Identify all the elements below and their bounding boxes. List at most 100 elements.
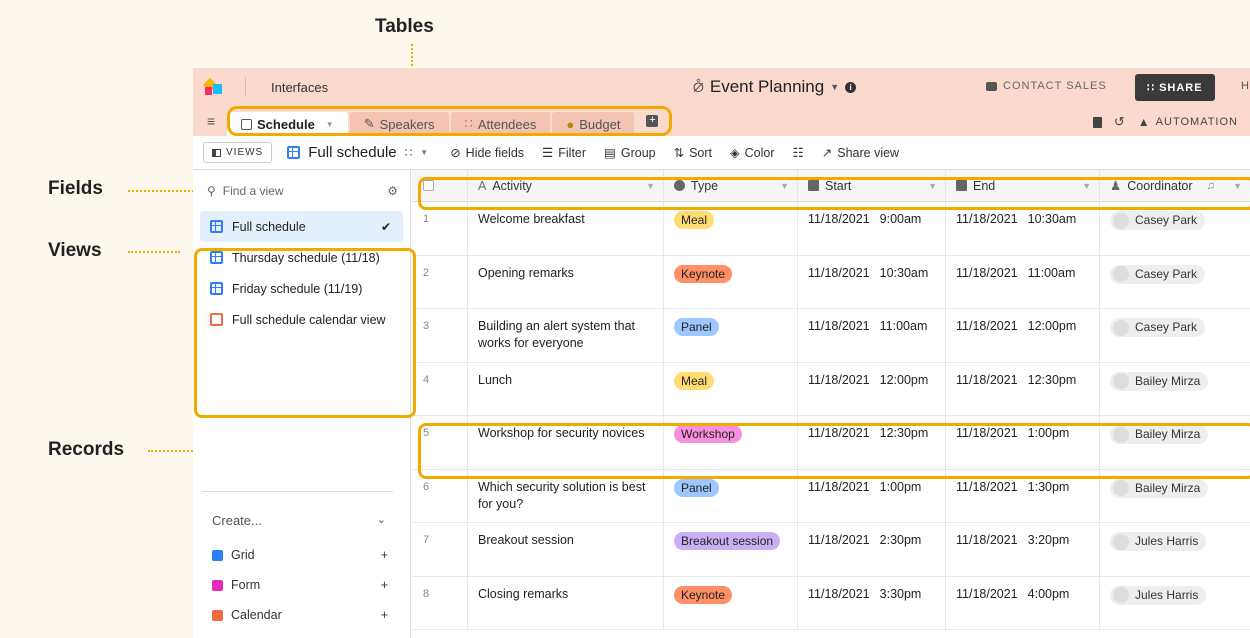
history-icon[interactable]: ↺ <box>1114 114 1126 130</box>
add-table-icon[interactable]: + <box>646 115 659 127</box>
start-cell[interactable]: 11/18/2021 11:00am <box>798 309 946 362</box>
chevron-down-icon[interactable]: ▼ <box>928 181 937 191</box>
end-cell[interactable]: 11/18/2021 1:00pm <box>946 416 1100 469</box>
hide-fields-button[interactable]: ⊘ Hide fields <box>450 145 524 161</box>
activity-cell[interactable]: Building an alert system that works for … <box>468 309 664 362</box>
activity-cell[interactable]: Workshop for security novices <box>468 416 664 469</box>
group-button[interactable]: ▤ Group <box>604 145 656 161</box>
table-row[interactable]: 6 Which security solution is best for you… <box>412 469 1250 523</box>
chevron-down-icon[interactable]: ▼ <box>1233 181 1242 191</box>
end-cell[interactable]: 11/18/2021 4:00pm <box>946 576 1100 629</box>
table-row[interactable]: 4 Lunch Meal 11/18/2021 12:00pm 11/18/2021 12:… <box>412 362 1250 416</box>
airtable-logo-icon[interactable] <box>202 76 225 98</box>
table-row[interactable]: 5 Workshop for security novices Workshop 11… <box>412 416 1250 470</box>
tab-speakers[interactable]: ✎ Speakers <box>349 112 449 136</box>
find-view-search[interactable]: ⚲ Find a view ⚙ <box>207 184 398 198</box>
coordinator-cell[interactable]: Bailey Mirza <box>1100 363 1250 416</box>
type-cell[interactable]: Panel <box>664 469 798 522</box>
start-cell[interactable]: 11/18/2021 2:30pm <box>798 523 946 576</box>
interfaces-link[interactable]: Interfaces <box>271 80 328 95</box>
create-view-toggle[interactable]: Create... ⌄ <box>212 513 386 528</box>
activity-cell[interactable]: Opening remarks <box>468 255 664 308</box>
views-toggle-button[interactable]: VIEWS <box>203 142 273 163</box>
start-cell[interactable]: 11/18/2021 10:30am <box>798 255 946 308</box>
chevron-down-icon[interactable]: ▼ <box>646 181 655 191</box>
tab-budget[interactable]: ● Budget <box>552 112 635 136</box>
help-button[interactable]: H <box>1241 80 1249 92</box>
automations-button[interactable]: ▲ AUTOMATION <box>1138 115 1238 129</box>
plus-icon[interactable]: + <box>381 548 388 562</box>
sidebar-view-friday[interactable]: Friday schedule (11/19) <box>200 273 403 304</box>
sidebar-view-calendar[interactable]: Full schedule calendar view <box>200 304 403 335</box>
activity-cell[interactable]: Closing remarks <box>468 576 664 629</box>
hamburger-menu-icon[interactable]: ≡ <box>207 113 227 129</box>
table-row[interactable]: 7 Breakout session Breakout session 11/18/2… <box>412 523 1250 577</box>
coordinator-cell[interactable]: Casey Park <box>1100 256 1250 309</box>
field-header-start[interactable]: Start ▼ <box>798 170 946 201</box>
activity-cell[interactable]: Which security solution is best for you? <box>468 469 664 522</box>
activity-cell[interactable]: Welcome breakfast <box>468 202 664 255</box>
type-cell[interactable]: Meal <box>664 362 798 415</box>
plus-icon[interactable]: + <box>381 608 388 622</box>
field-header-activity[interactable]: A Activity ▼ <box>468 170 664 201</box>
row-height-button[interactable]: ☷ <box>793 145 804 160</box>
start-cell[interactable]: 11/18/2021 3:30pm <box>798 576 946 629</box>
end-cell[interactable]: 11/18/2021 12:00pm <box>946 309 1100 362</box>
share-button[interactable]: ∷ SHARE <box>1135 74 1215 101</box>
coordinator-cell[interactable]: Casey Park <box>1100 202 1250 255</box>
end-cell[interactable]: 11/18/2021 11:00am <box>946 255 1100 308</box>
field-header-type[interactable]: Type ▼ <box>664 170 798 201</box>
color-button[interactable]: ◈ Color <box>730 145 775 161</box>
info-icon[interactable]: i <box>845 81 857 93</box>
sort-button[interactable]: ⇅ Sort <box>674 145 712 161</box>
field-header-coordinator[interactable]: ♟ Coordinator ♫ ▼ <box>1100 170 1250 201</box>
chevron-down-icon[interactable]: ▼ <box>326 120 334 129</box>
start-cell[interactable]: 11/18/2021 12:00pm <box>798 362 946 415</box>
checkbox[interactable] <box>423 180 434 191</box>
chevron-down-icon[interactable]: ▼ <box>1082 181 1091 191</box>
start-cell[interactable]: 11/18/2021 9:00am <box>798 202 946 255</box>
create-grid-item[interactable]: Grid + <box>212 548 388 562</box>
contact-sales-button[interactable]: CONTACT SALES <box>986 80 1107 92</box>
create-form-item[interactable]: Form + <box>212 578 388 592</box>
type-cell[interactable]: Panel <box>664 309 798 362</box>
type-cell[interactable]: Meal <box>664 202 798 255</box>
coordinator-cell[interactable]: Casey Park <box>1100 309 1250 362</box>
field-header-end[interactable]: End ▼ <box>946 170 1100 201</box>
type-cell[interactable]: Keynote <box>664 576 798 629</box>
coordinator-cell[interactable]: Bailey Mirza <box>1100 470 1250 523</box>
end-cell[interactable]: 11/18/2021 1:30pm <box>946 469 1100 522</box>
sidebar-view-full-schedule[interactable]: Full schedule ✔ <box>200 211 403 242</box>
end-cell[interactable]: 11/18/2021 12:30pm <box>946 362 1100 415</box>
end-cell[interactable]: 11/18/2021 3:20pm <box>946 523 1100 576</box>
share-view-button[interactable]: ↗ Share view <box>822 145 899 161</box>
table-row[interactable]: 8 Closing remarks Keynote 11/18/2021 3:30pm 1… <box>412 576 1250 630</box>
plus-icon[interactable]: + <box>381 578 388 592</box>
tab-attendees[interactable]: ∷ Attendees <box>450 112 551 136</box>
type-cell[interactable]: Keynote <box>664 255 798 308</box>
filter-button[interactable]: ☰ Filter <box>542 145 586 161</box>
trash-icon[interactable] <box>1092 116 1102 128</box>
table-row[interactable]: 3 Building an alert system that works for… <box>412 309 1250 363</box>
gear-icon[interactable]: ⚙ <box>387 184 398 198</box>
sidebar-view-thursday[interactable]: Thursday schedule (11/18) <box>200 242 403 273</box>
current-view-selector[interactable]: Full schedule ∷ ▼ <box>287 144 428 161</box>
table-row[interactable]: 1 Welcome breakfast Meal 11/18/2021 9:00am 11… <box>412 202 1250 256</box>
base-title[interactable]: ⦲ Event Planning ▼ i <box>693 77 857 97</box>
table-row[interactable]: 2 Opening remarks Keynote 11/18/2021 10:30am… <box>412 255 1250 309</box>
views-button-label: VIEWS <box>226 147 264 158</box>
chevron-down-icon[interactable]: ▼ <box>780 181 789 191</box>
activity-cell[interactable]: Lunch <box>468 362 664 415</box>
coordinator-cell[interactable]: Bailey Mirza <box>1100 416 1250 469</box>
activity-cell[interactable]: Breakout session <box>468 523 664 576</box>
select-all-checkbox-cell[interactable] <box>412 170 468 201</box>
start-cell[interactable]: 11/18/2021 1:00pm <box>798 469 946 522</box>
start-cell[interactable]: 11/18/2021 12:30pm <box>798 416 946 469</box>
end-cell[interactable]: 11/18/2021 10:30am <box>946 202 1100 255</box>
type-cell[interactable]: Breakout session <box>664 523 798 576</box>
type-cell[interactable]: Workshop <box>664 416 798 469</box>
tab-schedule[interactable]: Schedule ▼ <box>227 112 348 136</box>
coordinator-cell[interactable]: Jules Harris <box>1100 577 1250 630</box>
create-calendar-item[interactable]: Calendar + <box>212 608 388 622</box>
coordinator-cell[interactable]: Jules Harris <box>1100 523 1250 576</box>
